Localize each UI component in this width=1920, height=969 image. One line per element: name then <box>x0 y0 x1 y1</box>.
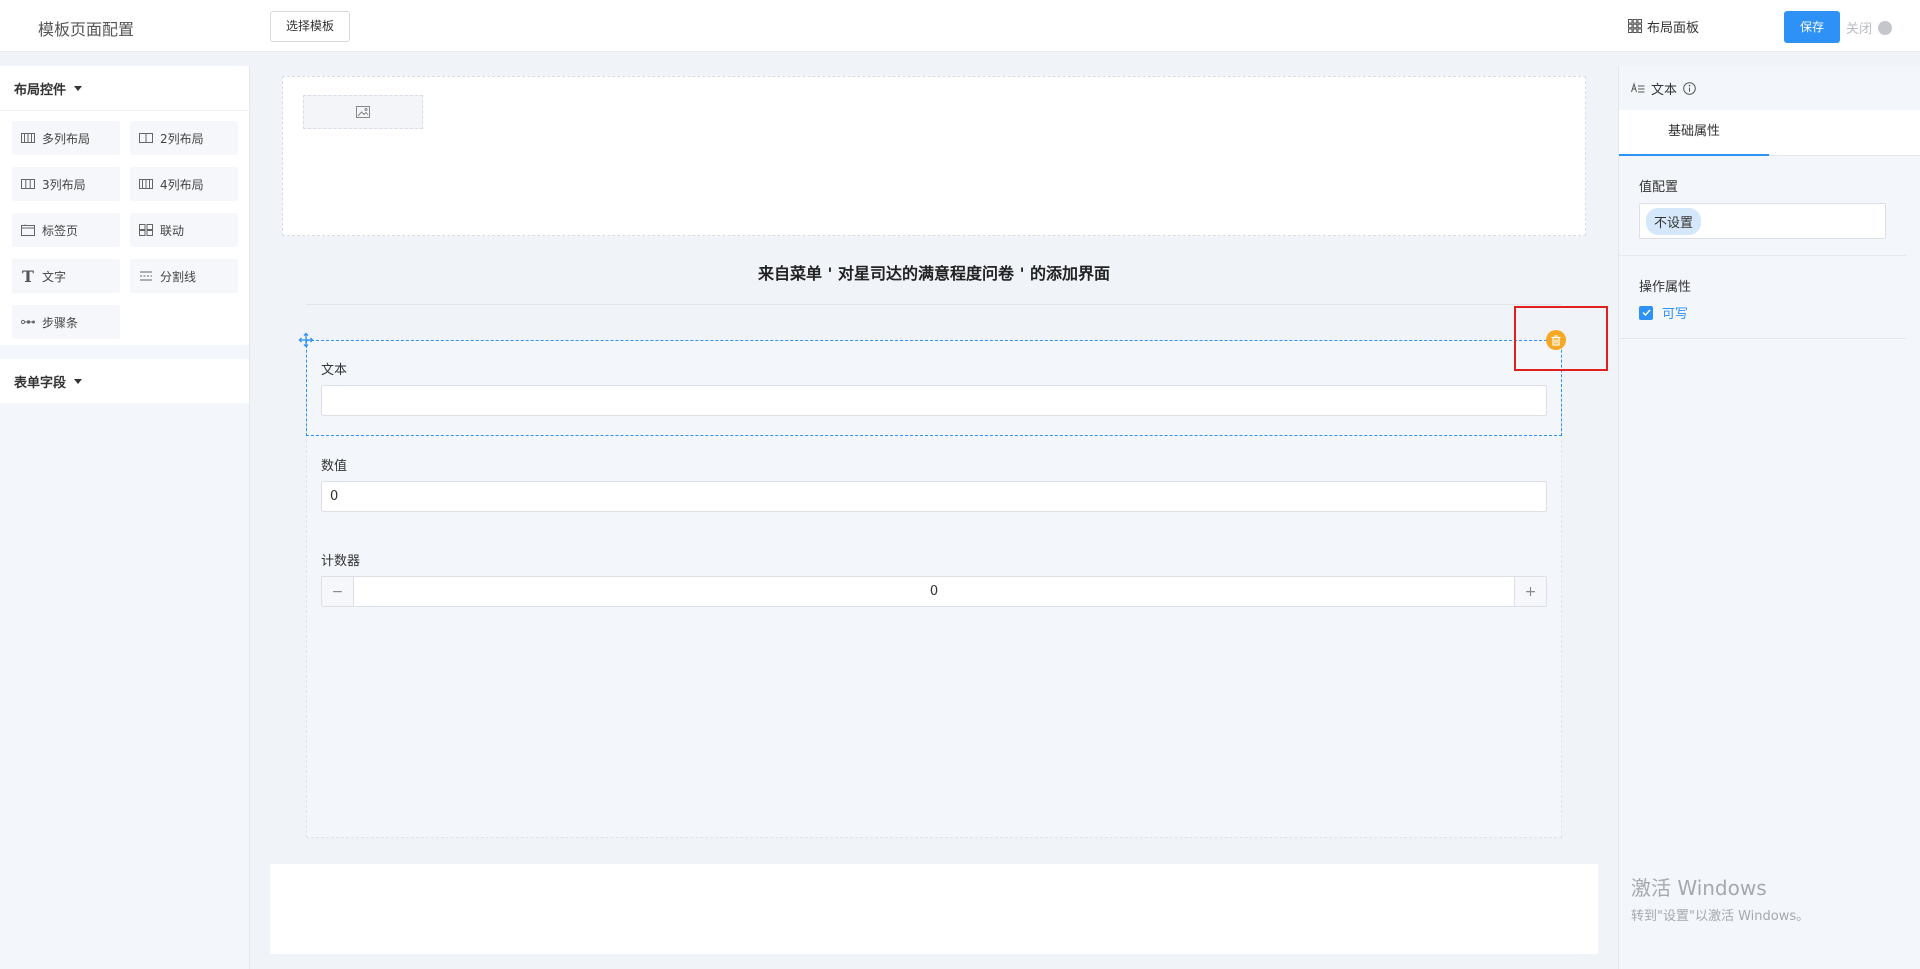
image-placeholder[interactable] <box>303 95 423 129</box>
widget-label: 3列布局 <box>42 177 86 192</box>
text-icon: T <box>22 266 34 286</box>
footer-area[interactable] <box>270 864 1598 954</box>
design-canvas: 来自菜单 ' 对星司达的满意程度问卷 ' 的添加界面 文本 数值 0 计数器 −… <box>262 66 1608 969</box>
close-toggle[interactable]: 关闭 <box>1846 18 1893 37</box>
four-columns-icon <box>138 177 154 191</box>
tab-basic-properties[interactable]: 基础属性 <box>1619 110 1769 156</box>
properties-header: 文本 <box>1619 66 1920 110</box>
layout-panel-button[interactable]: 布局面板 <box>1628 17 1700 36</box>
grid-icon <box>1628 19 1642 33</box>
linkage-icon <box>138 223 154 237</box>
operation-label: 操作属性 <box>1639 280 1692 295</box>
widget-label: 文字 <box>42 269 67 284</box>
properties-panel: 文本 基础属性 值配置 不设置 操作属性 可写 激活 Windows 转到"设置… <box>1618 66 1920 969</box>
writable-label: 可写 <box>1662 307 1689 322</box>
caret-down-icon <box>74 85 83 91</box>
watermark-line2: 转到"设置"以激活 Windows。 <box>1631 909 1810 924</box>
three-columns-icon <box>20 177 36 191</box>
select-template-button[interactable]: 选择模板 <box>270 11 350 42</box>
widget-steps[interactable]: 步骤条 <box>12 305 120 339</box>
checkbox-checked-icon[interactable] <box>1639 305 1653 320</box>
widget-label: 多列布局 <box>42 131 91 146</box>
value-config-tag[interactable]: 不设置 <box>1646 207 1702 235</box>
field-number[interactable]: 数值 0 <box>321 455 1547 512</box>
move-icon[interactable] <box>298 332 314 348</box>
title-divider <box>306 304 1562 305</box>
number-input[interactable]: 0 <box>321 481 1547 512</box>
page-title: 模板页面配置 <box>38 20 135 39</box>
windows-activation-watermark: 激活 Windows 转到"设置"以激活 Windows。 <box>1631 872 1809 924</box>
operation-section: 操作属性 可写 <box>1619 256 1906 339</box>
field-label: 计数器 <box>321 554 361 569</box>
field-counter[interactable]: 计数器 − 0 + <box>321 550 1547 607</box>
minus-icon[interactable]: − <box>322 577 354 606</box>
top-header: 模板页面配置 选择模板 布局面板 保存 关闭 <box>0 0 1920 52</box>
selected-field-outline <box>306 340 1562 436</box>
widget-text[interactable]: T 文字 <box>12 259 120 293</box>
widget-linkage[interactable]: 联动 <box>130 213 238 247</box>
columns-icon <box>20 131 36 145</box>
form-fields-header[interactable]: 表单字段 <box>0 359 249 403</box>
text-field-icon <box>1631 82 1645 93</box>
widget-label: 4列布局 <box>160 177 204 192</box>
value-config-section: 值配置 不设置 <box>1619 156 1906 256</box>
image-icon <box>356 106 370 118</box>
counter-stepper[interactable]: − 0 + <box>321 576 1547 607</box>
field-label: 数值 <box>321 459 348 474</box>
widget-sidebar: 布局控件 多列布局 2列布局 3列布局 4列布局 标签页 联动 T 文字 分割线… <box>0 66 250 969</box>
two-columns-icon <box>138 131 154 145</box>
layout-panel-label: 布局面板 <box>1647 20 1700 36</box>
properties-tabs: 基础属性 <box>1619 110 1920 156</box>
value-config-label: 值配置 <box>1639 180 1679 195</box>
widget-divider[interactable]: 分割线 <box>130 259 238 293</box>
layout-controls-header[interactable]: 布局控件 <box>0 66 249 110</box>
widget-label: 联动 <box>160 223 185 238</box>
widget-label: 分割线 <box>160 269 197 284</box>
tabs-icon <box>20 223 36 237</box>
layout-widget-grid: 多列布局 2列布局 3列布局 4列布局 标签页 联动 T 文字 分割线 步骤条 <box>0 110 249 345</box>
watermark-line1: 激活 Windows <box>1631 876 1767 900</box>
form-title: 来自菜单 ' 对星司达的满意程度问卷 ' 的添加界面 <box>757 264 1111 283</box>
layout-controls-label: 布局控件 <box>14 82 67 98</box>
widget-label: 标签页 <box>42 223 79 238</box>
widget-three-column[interactable]: 3列布局 <box>12 167 120 201</box>
widget-label: 2列布局 <box>160 131 204 146</box>
divider-icon <box>138 269 154 283</box>
caret-down-icon <box>74 378 83 384</box>
header-image-area[interactable] <box>282 76 1586 236</box>
widget-tabs[interactable]: 标签页 <box>12 213 120 247</box>
widget-multi-column[interactable]: 多列布局 <box>12 121 120 155</box>
form-fields-label: 表单字段 <box>14 375 67 391</box>
properties-title: 文本 <box>1651 82 1678 98</box>
widget-label: 步骤条 <box>42 315 79 330</box>
close-label: 关闭 <box>1846 22 1873 37</box>
counter-value[interactable]: 0 <box>354 577 1514 606</box>
widget-two-column[interactable]: 2列布局 <box>130 121 238 155</box>
writable-checkbox[interactable]: 可写 <box>1639 303 1886 322</box>
plus-icon[interactable]: + <box>1514 577 1546 606</box>
annotation-highlight-box <box>1514 306 1608 371</box>
save-button[interactable]: 保存 <box>1784 11 1840 43</box>
steps-icon <box>20 315 36 329</box>
value-config-select[interactable]: 不设置 <box>1639 203 1886 239</box>
widget-four-column[interactable]: 4列布局 <box>130 167 238 201</box>
toggle-dot-icon <box>1878 20 1893 35</box>
info-icon[interactable] <box>1683 81 1696 95</box>
